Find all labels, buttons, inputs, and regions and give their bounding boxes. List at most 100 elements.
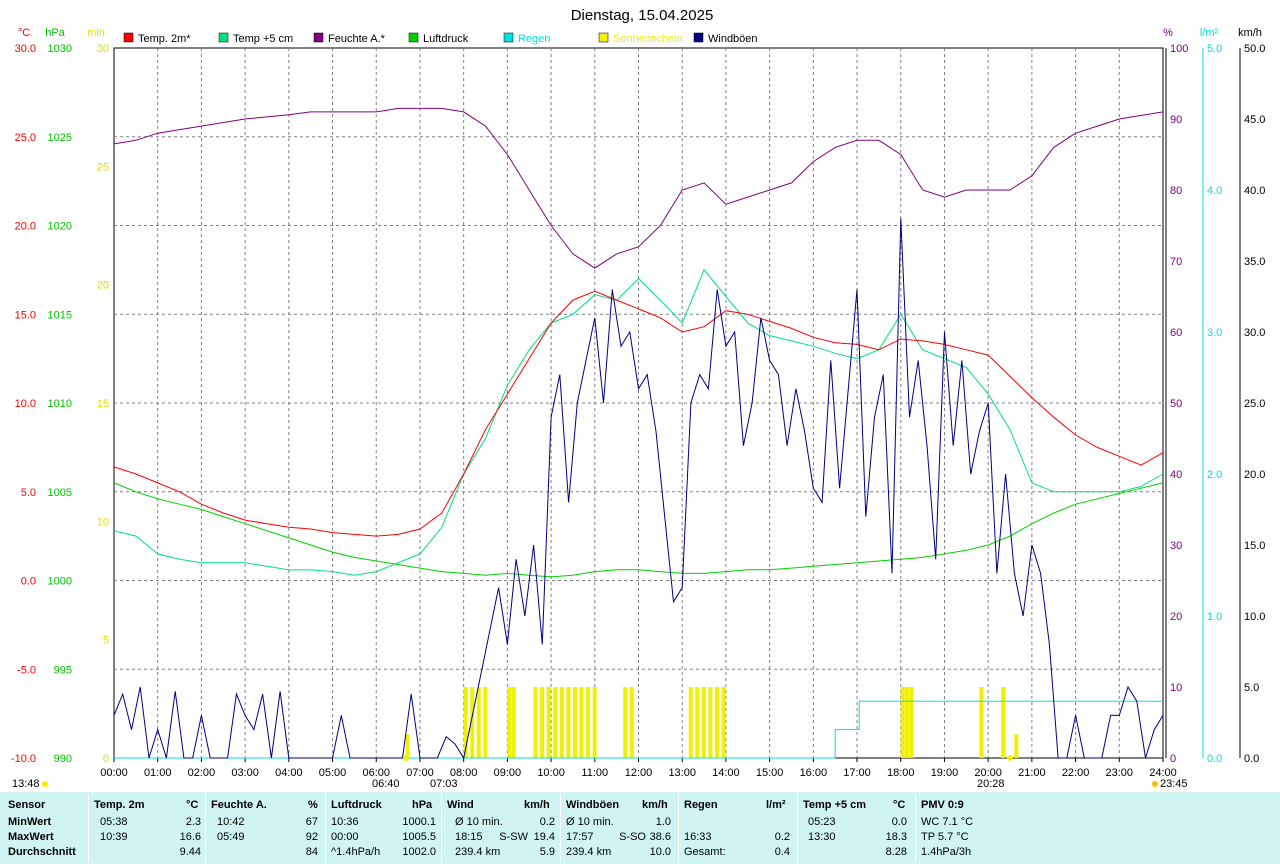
gust-time: Ø 10 min. [566, 816, 614, 828]
legend-swatch [408, 32, 419, 43]
legend-label: Sonnenschein [613, 33, 683, 45]
hdr-hum-unit: % [308, 799, 318, 811]
sun-tick-label: 10 [97, 516, 109, 528]
sunshine-bar [405, 734, 410, 758]
gust-time: 239.4 km [566, 846, 612, 858]
rain-tick-label: 4.0 [1207, 185, 1222, 197]
press-axis-unit: hPa [45, 27, 65, 39]
rain-tick-label: 2.0 [1207, 469, 1222, 481]
hum-tick-label: 60 [1170, 327, 1182, 339]
transit-label: 13:48 [12, 778, 40, 790]
press-tick-label: 1020 [48, 221, 72, 233]
rain-value: 0.4 [774, 846, 790, 858]
press-tick-label: 1025 [48, 132, 72, 144]
hdr-wind: Wind [447, 799, 474, 811]
x-tick-label: 09:00 [494, 767, 522, 779]
sunshine-bar [629, 687, 634, 758]
legend-item: Temp. 2m* [123, 32, 191, 45]
hdr-temp2m: Temp. 2m [94, 799, 145, 811]
hdr-pmv: PMV 0:9 [921, 799, 964, 811]
x-tick-label: 04:00 [275, 767, 303, 779]
row-label-avg: Durchschnitt [8, 846, 76, 858]
wind-value: 5.9 [539, 846, 555, 858]
press-value: 1005.5 [402, 831, 436, 843]
sunshine-bar [592, 687, 597, 758]
separator [441, 794, 442, 862]
sun-tick-label: 30 [97, 43, 109, 55]
temp2m-time: 10:39 [100, 831, 128, 843]
press-value: 1002.0 [402, 846, 436, 858]
wind-value: 19.4 [533, 831, 555, 843]
hdr-gust: Windböen [566, 799, 620, 811]
sunshine-bar [511, 687, 516, 758]
sunrise-label: 06:40 [372, 778, 400, 790]
legend-swatch [313, 32, 324, 43]
legend-swatch [693, 32, 704, 43]
x-tick-label: 13:00 [668, 767, 696, 779]
grid [114, 48, 1163, 758]
x-tick-label: 10:00 [537, 767, 565, 779]
sunshine-bar [483, 687, 488, 758]
weather-chart: Dienstag, 15.04.2025 Temp. 2m* Temp +5 cm… [11, 7, 1266, 790]
x-tick-label: 19:00 [931, 767, 959, 779]
sunshine-bar [540, 687, 545, 758]
sunshine-bar [553, 687, 558, 758]
sunshine-bar [572, 687, 577, 758]
hdr-sensor: Sensor [8, 799, 46, 811]
x-tick-label: 14:00 [712, 767, 740, 779]
temp2m-value: 9.44 [179, 846, 201, 858]
legend-item: Windböen [693, 32, 758, 45]
pmv-value: WC 7.1 °C [921, 816, 974, 828]
sunshine-bar [623, 687, 628, 758]
hum-tick-label: 20 [1170, 611, 1182, 623]
hdr-wind-unit: km/h [524, 799, 550, 811]
sunshine-bar [586, 687, 591, 758]
legend-label: Temp. 2m* [138, 33, 191, 45]
x-tick-label: 03:00 [231, 767, 259, 779]
x-tick-label: 15:00 [756, 767, 784, 779]
x-tick-label: 11:00 [581, 767, 608, 779]
x-tick-label: 16:00 [800, 767, 828, 779]
hum-tick-label: 40 [1170, 469, 1182, 481]
sunshine-bar [721, 687, 726, 758]
press-tick-label: 1030 [48, 43, 72, 55]
sunshine-bar [1001, 687, 1006, 758]
temp-tick-label: 15.0 [15, 309, 36, 321]
legend-swatch [123, 32, 134, 43]
rain-time: 16:33 [684, 831, 712, 843]
hum-tick-label: 100 [1170, 43, 1188, 55]
legend-item: Feuchte A.* [313, 32, 386, 45]
wind-tick-label: 45.0 [1244, 114, 1265, 126]
temp-tick-label: -10.0 [11, 753, 36, 765]
press-tick-label: 995 [54, 664, 72, 676]
hdr-press: Luftdruck [331, 799, 382, 811]
press-time: 10:36 [331, 816, 359, 828]
temp-tick-label: 5.0 [21, 487, 36, 499]
gust-value: 1.0 [655, 816, 671, 828]
t5-time: 05:23 [808, 816, 836, 828]
sunshine-bar [909, 687, 914, 758]
legend-label: Regen [518, 33, 550, 45]
x-tick-label: 18:00 [887, 767, 915, 779]
hum-axis-unit: % [1163, 27, 1173, 39]
sunshine-bar [714, 687, 719, 758]
hum-value: 92 [305, 831, 318, 843]
temp2m-value: 16.6 [179, 831, 201, 843]
legend-swatch [503, 32, 514, 43]
legend-swatch [598, 32, 609, 43]
temp-tick-label: 25.0 [15, 132, 36, 144]
hdr-rain: Regen [684, 799, 718, 811]
wind-tick-label: 40.0 [1244, 185, 1265, 197]
x-tick-label: 22:00 [1062, 767, 1090, 779]
hum-tick-label: 80 [1170, 185, 1182, 197]
legend-label: Windböen [708, 33, 758, 45]
hum-time: 05:49 [217, 831, 245, 843]
sunshine-bars [405, 687, 1019, 758]
sun-tick-label: 25 [97, 161, 109, 173]
sunset-marker [1007, 755, 1013, 761]
hum-time: 10:42 [217, 816, 245, 828]
legend-item: Regen [503, 32, 550, 45]
t5-value: 18.3 [885, 831, 907, 843]
x-tick-label: 23:00 [1106, 767, 1134, 779]
wind-tick-label: 25.0 [1244, 398, 1265, 410]
